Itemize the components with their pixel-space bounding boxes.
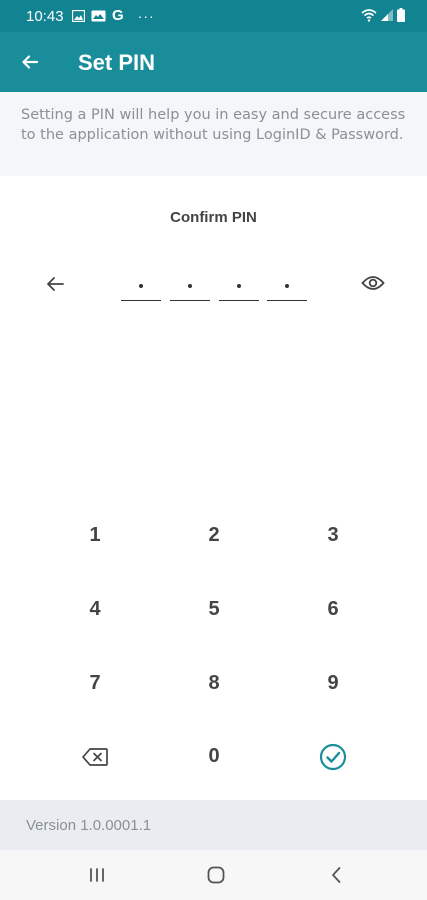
status-bar: 10:43 G ··· — [0, 0, 427, 32]
recents-icon — [90, 868, 104, 882]
version-text: Version 1.0.0001.1 — [26, 817, 152, 834]
check-circle-icon — [319, 743, 347, 770]
delete-digit-arrow-icon[interactable] — [44, 273, 66, 295]
signal-icon — [381, 9, 393, 21]
pin-digit-2 — [170, 270, 210, 301]
app-bar: Set PIN — [0, 32, 427, 92]
pin-dot — [188, 284, 192, 288]
page-title: Set PIN — [78, 50, 156, 75]
wifi-icon — [361, 8, 377, 22]
confirm-button[interactable] — [303, 736, 363, 776]
gallery-icon — [72, 10, 85, 22]
pin-digit-4 — [267, 270, 307, 301]
key-5[interactable]: 5 — [184, 589, 244, 629]
status-time: 10:43 — [26, 8, 64, 25]
status-system-icons — [361, 8, 405, 22]
backspace-icon — [82, 747, 108, 766]
info-text: Setting a PIN will help you in easy and … — [21, 107, 406, 143]
key-3[interactable]: 3 — [303, 515, 363, 555]
key-9[interactable]: 9 — [303, 663, 363, 703]
status-notification-icons: G ··· — [72, 7, 155, 24]
pin-dot — [237, 284, 241, 288]
system-nav-bar — [0, 850, 427, 900]
info-panel: Setting a PIN will help you in easy and … — [0, 92, 427, 176]
show-pin-eye-icon[interactable] — [361, 274, 385, 292]
confirm-pin-label: Confirm PIN — [170, 209, 257, 226]
system-back-button[interactable] — [324, 863, 348, 887]
key-2[interactable]: 2 — [184, 515, 244, 555]
battery-icon — [397, 8, 405, 22]
key-0[interactable]: 0 — [184, 736, 244, 776]
google-icon: G — [112, 7, 124, 24]
pin-digit-1 — [121, 270, 161, 301]
home-button[interactable] — [204, 863, 228, 887]
pin-entry-row — [0, 266, 427, 306]
pin-digit-3 — [219, 270, 259, 301]
home-icon — [207, 866, 225, 884]
more-notifications-icon: ··· — [137, 8, 155, 24]
backspace-button[interactable] — [65, 736, 125, 776]
key-7[interactable]: 7 — [65, 663, 125, 703]
pin-dot — [285, 284, 289, 288]
system-back-icon — [332, 867, 341, 883]
photos-icon — [91, 10, 106, 22]
key-4[interactable]: 4 — [65, 589, 125, 629]
version-footer: Version 1.0.0001.1 — [0, 800, 427, 850]
pin-dot — [139, 284, 143, 288]
key-6[interactable]: 6 — [303, 589, 363, 629]
key-8[interactable]: 8 — [184, 663, 244, 703]
recents-button[interactable] — [85, 863, 109, 887]
back-arrow-icon[interactable] — [20, 52, 40, 72]
key-1[interactable]: 1 — [65, 515, 125, 555]
